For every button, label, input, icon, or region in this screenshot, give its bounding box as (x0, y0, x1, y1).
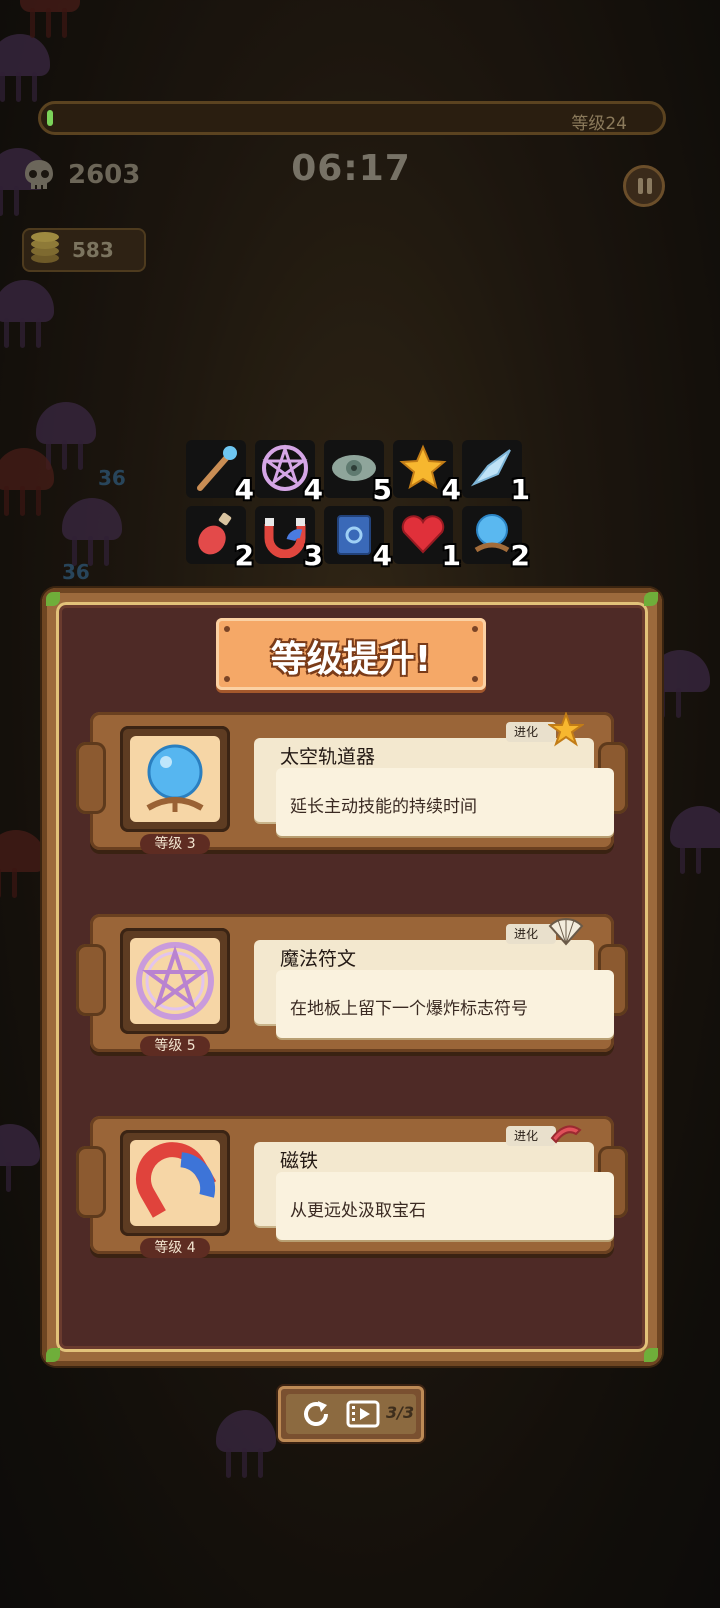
pentagram-icon (136, 942, 214, 1020)
magnet-icon (264, 518, 306, 558)
upgrade-description: 在地板上留下一个爆炸标志符号 (290, 999, 528, 1019)
star-icon (399, 444, 447, 490)
slot-count: 4 (234, 473, 254, 506)
level-up-title: 等级提升! (270, 639, 432, 680)
slot-count: 1 (510, 473, 530, 506)
player-level: 等级24 (571, 114, 627, 134)
slot-count: 1 (441, 539, 461, 572)
video-ad-icon (346, 1400, 380, 1428)
inventory-slot: 1 (462, 440, 530, 506)
refresh-icon (304, 1401, 328, 1426)
inventory-slot: 2 (462, 506, 530, 572)
upgrade-description: 延长主动技能的持续时间 (290, 797, 477, 817)
inventory-slot: 4 (393, 440, 461, 506)
star-icon (548, 712, 584, 747)
staff-icon (197, 446, 237, 491)
slot-count: 4 (372, 539, 392, 572)
leaf-decoration (644, 592, 658, 606)
upgrade-icon-frame (120, 928, 230, 1034)
slot-count: 5 (372, 473, 392, 506)
coin-counter: 583 (22, 228, 146, 272)
potion-icon (198, 512, 232, 555)
inventory-slot: 4 (186, 440, 254, 506)
crystal-shard-icon (470, 449, 511, 487)
run-timer: 06:17 (291, 148, 411, 189)
eye-icon (332, 455, 376, 481)
inventory-slot: 3 (255, 506, 323, 572)
upgrade-icon-frame (120, 726, 230, 832)
upgrade-icon-frame (120, 1130, 230, 1236)
spellbook-icon (337, 515, 371, 555)
upgrade-name: 太空轨道器 (280, 746, 376, 768)
slot-count: 4 (441, 473, 461, 506)
upgrade-choice-card[interactable]: 等级 3 太空轨道器 延长主动技能的持续时间 进化 (76, 712, 628, 854)
inventory-slot: 1 (393, 506, 461, 572)
leaf-decoration (46, 1348, 60, 1362)
reroll-count: 3/3 (386, 1403, 415, 1422)
crystal-ball-icon (146, 744, 204, 812)
xp-fill (47, 110, 53, 126)
inventory-slot: 5 (324, 440, 392, 506)
slot-count: 3 (303, 539, 323, 572)
fan-icon (548, 918, 584, 946)
upgrade-level: 等级 5 (140, 1036, 210, 1056)
upgrade-choice-card[interactable]: 等级 5 魔法符文 在地板上留下一个爆炸标志符号 进化 (76, 914, 628, 1056)
pause-button[interactable] (623, 165, 665, 207)
heart-gem-icon (401, 515, 445, 554)
coin-stack-icon (31, 232, 59, 263)
slot-count: 2 (234, 539, 254, 572)
reroll-ad-button[interactable]: 3/3 (278, 1386, 424, 1442)
upgrade-level: 等级 4 (140, 1238, 210, 1258)
crystal-ball-icon (474, 514, 510, 553)
magnet-icon (136, 1142, 216, 1218)
leaf-decoration (46, 592, 60, 606)
leaf-decoration (644, 1348, 658, 1362)
boomerang-icon (550, 1125, 582, 1144)
upgrade-description: 从更远处汲取宝石 (290, 1201, 426, 1221)
slot-count: 2 (510, 539, 530, 572)
coin-count: 583 (72, 238, 114, 262)
upgrade-level: 等级 3 (140, 834, 210, 854)
level-up-title-plaque: 等级提升! (216, 618, 486, 690)
upgrade-choice-card[interactable]: 等级 4 磁铁 从更远处汲取宝石 进化 (76, 1116, 628, 1258)
slot-count: 4 (303, 473, 323, 506)
inventory-slot: 4 (255, 440, 323, 506)
pentagram-icon (262, 444, 308, 491)
upgrade-name: 磁铁 (280, 1150, 319, 1172)
xp-bar: 等级24 (38, 101, 666, 135)
inventory-slot: 2 (186, 506, 254, 572)
inventory-slot: 4 (324, 506, 392, 572)
upgrade-name: 魔法符文 (280, 948, 357, 970)
